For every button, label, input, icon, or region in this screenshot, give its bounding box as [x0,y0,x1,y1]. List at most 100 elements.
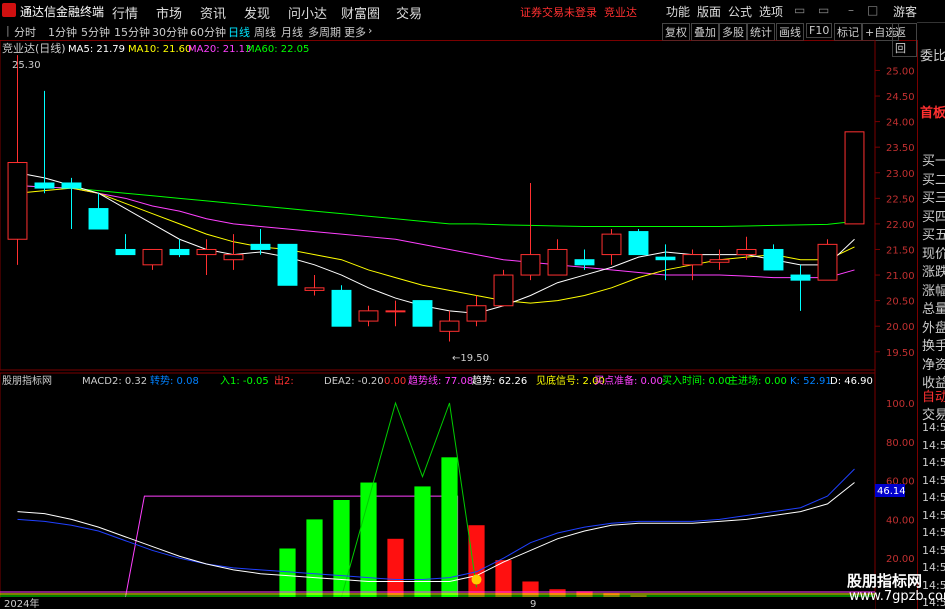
trade-time-label: 14:56 [922,543,945,557]
y-tick-label: 24.50 [886,92,915,103]
menu-item-ask[interactable]: 问小达 [288,3,327,22]
candle-body [601,233,622,256]
indicator-label: D: 46.90 [830,376,873,387]
high-price-label: 25.30 [12,60,41,71]
candle-body [88,208,109,230]
candle-body [142,248,163,266]
period-tab-5min[interactable]: 5分钟 [81,24,110,40]
menu-item-market[interactable]: 市场 [156,3,182,22]
first-board-label: 首板 [920,106,945,121]
login-warning[interactable]: 证券交易未登录 竞业达 [520,4,637,20]
period-tab-weekly[interactable]: 周线 [254,24,276,40]
date-label-month: 9 [530,599,536,609]
guest-label[interactable]: 游客 [893,3,917,20]
period-tab-multi[interactable]: 多周期 [308,24,341,40]
ma60-label: MA60: 22.05 [246,44,309,55]
menu-item-news[interactable]: 资讯 [200,3,226,22]
minimize-button[interactable]: – [848,3,854,17]
d-line [17,482,855,582]
trade-time-label: 14:56 [922,508,945,522]
menu-item-discover[interactable]: 发现 [244,3,270,22]
candle-body [655,256,676,261]
indicator-legend: 股朋指标网 MACD2: 0.32 转势: 0.08 入1: -0.05 出2: DEA2… [2,374,873,387]
indicator-bar [522,581,539,597]
period-tab-30min[interactable]: 30分钟 [152,24,188,40]
trade-time-label: 14:56 [922,526,945,539]
statistics-button[interactable]: 统计 [747,23,775,41]
candle-body [520,254,541,276]
watermark: 股朋指标网 www.7gpzb.com [825,567,945,609]
y-tick-label: 24.00 [886,118,915,129]
candle-body [709,259,730,263]
adjust-button[interactable]: 复权 [662,23,690,41]
candle-body [547,248,568,276]
indicator-label: 主进场: 0.00 [728,374,787,387]
chart-area[interactable]: 竞业达(日线) MA5: 21.79 MA10: 21.60 MA20: 21.… [0,40,917,609]
period-tab-60min[interactable]: 60分钟 [190,24,226,40]
indicator-y-tick-label: 100.0 [886,399,915,410]
trade-time-label: 14:56 [922,421,945,434]
indicator-y-tick-label: 20.00 [886,554,915,565]
trade-time-label: 14:56 [922,456,945,469]
menu-item-quotes[interactable]: 行情 [112,3,138,22]
quote-side-panel: 委比 首板 买一买二买三买四买五现价涨跌涨幅总量外盘换手净资收益 自动交易14:… [917,40,945,609]
candle-body [844,131,865,225]
buy-signal-smiley-icon [471,574,482,585]
moving-average-lines [17,172,855,314]
window-icon[interactable]: ▭ [818,3,829,17]
indicator-title: 股朋指标网 [2,374,52,387]
indicator-y-axis: 100.080.0060.0040.0020.00 [886,399,915,565]
trade-time-label: 14:56 [922,438,945,452]
candle-body [115,248,136,256]
candle-body [574,259,595,266]
indicator-label: K: 52.91 [790,376,832,387]
f10-button[interactable]: F10 [806,23,833,38]
trade-mode-label[interactable]: 交易 [922,404,945,423]
period-tab-monthly[interactable]: 月线 [281,24,303,40]
candle-body [7,162,28,240]
draw-line-button[interactable]: 画线 [776,23,804,41]
toolbar-divider: | [6,24,10,37]
candle-body [790,274,811,281]
chevron-right-icon[interactable]: › [368,24,372,37]
quote-item-label: 涨跌 [922,265,945,280]
top-menu-bar: 通达信金融终端 行情 市场 资讯 发现 问小达 财富圈 交易 证券交易未登录 竞… [0,0,945,23]
period-tab-tick[interactable]: 分时 [14,24,36,40]
k-line [17,468,855,581]
indicator-label: 0.00 [384,376,406,387]
maximize-button[interactable]: □ [867,3,878,17]
multi-stock-button[interactable]: 多股 [719,23,747,41]
candle-body [682,254,703,266]
period-tab-daily[interactable]: 日线 [228,24,250,40]
candle-body [61,182,82,189]
overlay-button[interactable]: 叠加 [691,23,719,41]
chart-title: 竞业达(日线) [2,41,66,55]
y-tick-label: 25.00 [886,66,915,77]
menu-item-options[interactable]: 选项 [759,3,783,20]
candle-body [196,248,217,256]
indicator-label: MACD2: 0.32 [82,376,147,387]
date-axis [0,598,875,609]
indicator-bar [333,500,350,597]
indicator-bar [495,560,512,597]
indicator-label: 趋势: 62.26 [472,374,527,387]
y-tick-label: 20.00 [886,322,915,333]
menu-item-wealth[interactable]: 财富圈 [341,3,380,22]
menu-item-function[interactable]: 功能 [666,3,690,20]
minimize-icon[interactable]: ▭ [794,3,805,17]
menu-item-trade[interactable]: 交易 [396,3,422,22]
menu-item-layout[interactable]: 版面 [697,3,721,20]
indicator-bar [387,538,404,597]
period-tab-15min[interactable]: 15分钟 [114,24,150,40]
period-tab-1min[interactable]: 1分钟 [48,24,77,40]
period-tab-more[interactable]: 更多 [344,24,366,40]
candle-body [493,274,514,307]
indicator-y-tick-label: 80.00 [886,438,915,449]
quote-item-label: 买三 [922,191,945,206]
candle-body [466,305,487,322]
trade-mode-label[interactable]: 自动 [922,386,945,405]
mark-button[interactable]: 标记 [834,23,862,41]
candle-body [304,287,325,291]
indicator-label: 转势: 0.08 [150,374,199,387]
menu-item-formula[interactable]: 公式 [728,3,752,20]
